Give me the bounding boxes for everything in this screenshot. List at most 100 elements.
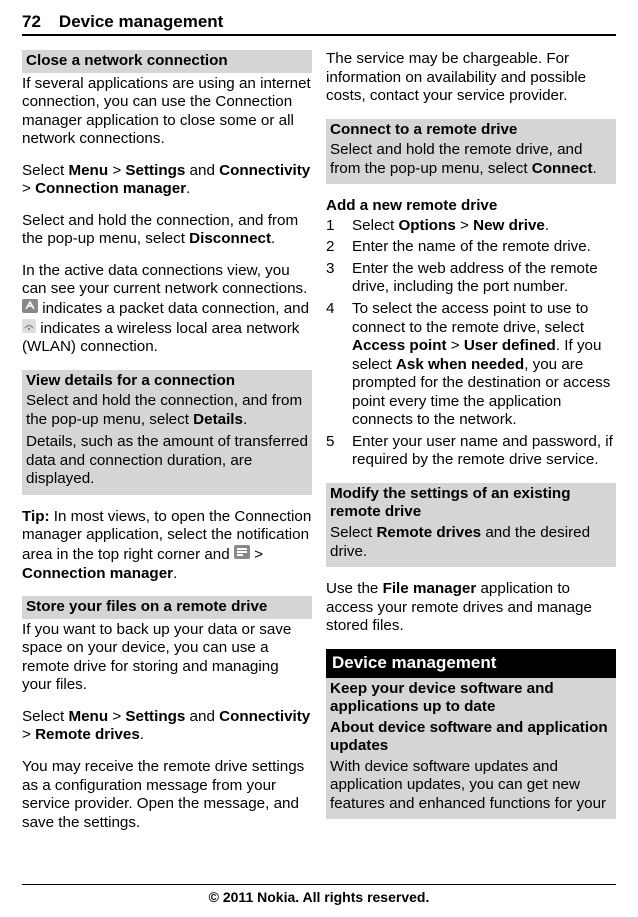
page-header: 72 Device management (22, 12, 616, 36)
paragraph: Select and hold the remote drive, and fr… (330, 141, 612, 178)
list-item: 4To select the access point to use to co… (326, 300, 616, 430)
paragraph: If several applications are using an int… (22, 75, 312, 149)
section-connect-remote: Connect to a remote drive Select and hol… (326, 119, 616, 185)
menu-path: Connection manager (22, 565, 173, 582)
paragraph: Select Remote drives and the desired dri… (330, 524, 612, 561)
paragraph: In the active data connections view, you… (22, 262, 312, 357)
numbered-steps: 1Select Options > New drive. 2Enter the … (326, 217, 616, 470)
section-heading: View details for a connection (26, 372, 308, 391)
list-item: 2Enter the name of the remote drive. (326, 238, 616, 257)
step-text: Enter your user name and password, if re… (352, 433, 616, 470)
menu-path: Remote drives (35, 726, 140, 743)
menu-path: Menu (68, 162, 108, 179)
section-heading: Connect to a remote drive (330, 121, 612, 140)
text: > (108, 708, 125, 725)
text: . (140, 726, 144, 743)
text: . (545, 217, 549, 234)
list-item: 1Select Options > New drive. (326, 217, 616, 236)
text: In the active data connections view, you… (22, 262, 307, 298)
step-number: 3 (326, 260, 352, 297)
menu-path: Options (398, 217, 455, 234)
paragraph: Select Menu > Settings and Connectivity … (22, 162, 312, 199)
menu-path: Settings (125, 708, 185, 725)
step-number: 5 (326, 433, 352, 470)
text: Select (330, 524, 376, 541)
paragraph: Use the File manager application to acce… (326, 580, 616, 636)
content-columns: Close a network connection If several ap… (22, 50, 616, 845)
list-item: 5Enter your user name and password, if r… (326, 433, 616, 470)
tip-paragraph: Tip: In most views, to open the Connecti… (22, 508, 312, 583)
text: . (243, 411, 247, 428)
menu-path: Connection manager (35, 180, 186, 197)
menu-path: Access point (352, 337, 447, 354)
text: Select (22, 708, 68, 725)
text: > (250, 546, 263, 563)
text: . (593, 160, 597, 177)
section-heading: Modify the settings of an existing remot… (330, 485, 612, 522)
text: > (22, 180, 35, 197)
step-number: 2 (326, 238, 352, 257)
footer-copyright: © 2011 Nokia. All rights reserved. (22, 884, 616, 905)
section-modify-remote: Modify the settings of an existing remot… (326, 483, 616, 567)
action-label: Connect (532, 160, 593, 177)
step-number: 4 (326, 300, 352, 430)
menu-path: Connectivity (219, 162, 310, 179)
text: and (185, 708, 219, 725)
menu-path: Ask when needed (396, 356, 524, 373)
text: In most views, to open the Connection ma… (22, 508, 311, 563)
notification-icon (234, 545, 250, 565)
action-label: Remote drives (376, 524, 481, 541)
paragraph: Select and hold the connection, and from… (22, 212, 312, 249)
page-number: 72 (22, 12, 41, 32)
app-name: File manager (383, 580, 477, 597)
section-device-management: Device management (326, 649, 616, 678)
paragraph: Select Menu > Settings and Connectivity … (22, 708, 312, 745)
section-updates: Keep your device software and applicatio… (326, 678, 616, 820)
text: indicates a wireless local area network … (22, 319, 299, 355)
paragraph: Details, such as the amount of transferr… (26, 433, 308, 489)
text: and (185, 162, 219, 179)
paragraph: You may receive the remote drive setting… (22, 758, 312, 832)
paragraph: With device software updates and applica… (330, 758, 612, 814)
step-text: Select Options > New drive. (352, 217, 616, 236)
section-close-connection: Close a network connection (22, 50, 312, 73)
step-text: To select the access point to use to con… (352, 300, 616, 430)
step-text: Enter the web address of the remote driv… (352, 260, 616, 297)
paragraph: Select and hold the connection, and from… (26, 392, 308, 429)
menu-path: Connectivity (219, 708, 310, 725)
menu-path: Settings (125, 162, 185, 179)
text: Select and hold the connection, and from… (26, 392, 302, 428)
right-column: The service may be chargeable. For infor… (326, 50, 616, 845)
text: . (173, 565, 177, 582)
left-column: Close a network connection If several ap… (22, 50, 312, 845)
page-title: Device management (59, 12, 223, 32)
section-subheading: About device software and application up… (330, 719, 612, 756)
text: > (456, 217, 473, 234)
menu-path: User defined (464, 337, 556, 354)
text: . (186, 180, 190, 197)
action-label: Details (193, 411, 243, 428)
section-view-details: View details for a connection Select and… (22, 370, 312, 495)
step-text: Enter the name of the remote drive. (352, 238, 616, 257)
text: Use the (326, 580, 383, 597)
subheading-add-drive: Add a new remote drive (326, 197, 616, 216)
text: Select (22, 162, 68, 179)
tip-label: Tip: (22, 508, 54, 525)
packet-data-icon (22, 299, 38, 319)
text: indicates a packet data connection, and (38, 300, 309, 317)
menu-path: Menu (68, 708, 108, 725)
section-heading: Keep your device software and applicatio… (330, 680, 612, 717)
text: . (271, 230, 275, 247)
wlan-icon (22, 319, 36, 339)
text: To select the access point to use to con… (352, 300, 588, 336)
paragraph: If you want to back up your data or save… (22, 621, 312, 695)
action-label: Disconnect (189, 230, 271, 247)
text: Select (352, 217, 398, 234)
paragraph: The service may be chargeable. For infor… (326, 50, 616, 106)
menu-path: New drive (473, 217, 545, 234)
text: > (22, 726, 35, 743)
step-number: 1 (326, 217, 352, 236)
list-item: 3Enter the web address of the remote dri… (326, 260, 616, 297)
section-store-remote: Store your files on a remote drive (22, 596, 312, 619)
text: > (447, 337, 464, 354)
